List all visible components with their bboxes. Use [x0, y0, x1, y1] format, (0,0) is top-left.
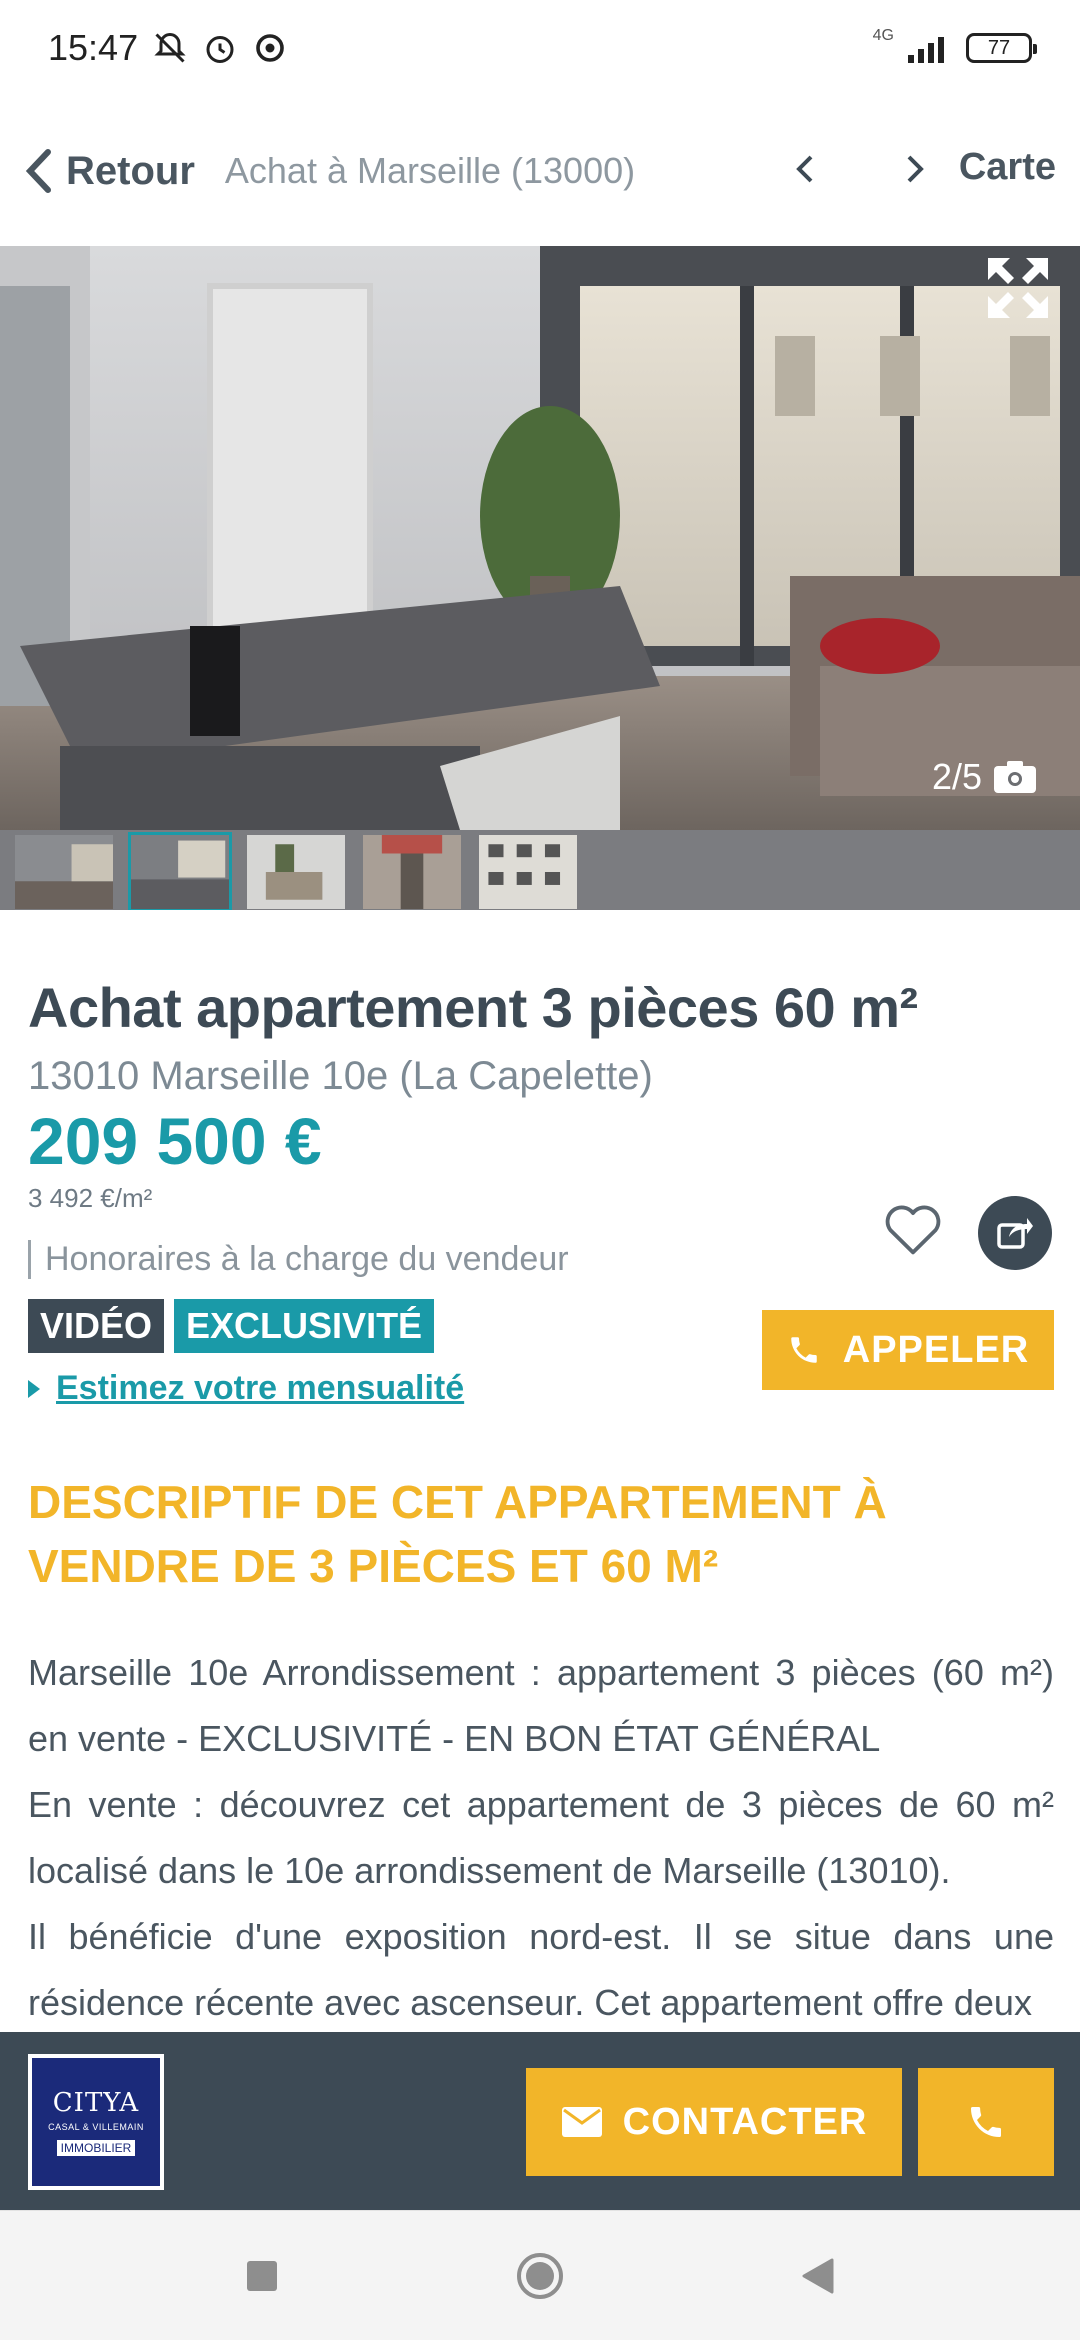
- triangle-left-icon: [802, 2258, 834, 2293]
- thumbnail[interactable]: [244, 832, 348, 910]
- caret-right-icon: [28, 1379, 40, 1398]
- video-badge[interactable]: VIDÉO: [28, 1299, 165, 1353]
- thumbnail[interactable]: [360, 832, 464, 910]
- home-button[interactable]: [516, 2252, 564, 2300]
- camera-icon: [994, 761, 1036, 793]
- top-nav: Retour Achat à Marseille (13000) Carte: [0, 96, 1080, 246]
- listing-location: 13010 Marseille 10e (La Capelette): [28, 1054, 653, 1098]
- battery-icon: 77: [966, 33, 1037, 63]
- estimate-link-label: Estimez votre mensualité: [56, 1369, 465, 1407]
- share-icon: [997, 1218, 1033, 1249]
- signal-icon: [908, 37, 944, 63]
- photo-gallery[interactable]: 2/5: [0, 246, 1080, 910]
- thumbnail-strip: [0, 830, 1080, 910]
- fullscreen-icon[interactable]: [982, 252, 1054, 324]
- contact-button[interactable]: CONTACTER: [526, 2068, 902, 2176]
- thumbnail-image: [363, 835, 461, 909]
- exclusive-badge: EXCLUSIVITÉ: [174, 1299, 435, 1353]
- contact-bar: CITYA CASAL & VILLEMAIN IMMOBILIER CONTA…: [0, 2032, 1080, 2210]
- agency-logo-mark: CITYA CASAL & VILLEMAIN IMMOBILIER: [32, 2058, 160, 2186]
- thumbnail-image: [247, 835, 345, 909]
- agency-logo-footer: IMMOBILIER: [56, 2140, 136, 2156]
- description-heading: DESCRIPTIF DE CET APPARTEMENT À VENDRE D…: [28, 1476, 887, 1592]
- listing-photo[interactable]: [0, 246, 1080, 830]
- call-button-label: APPELER: [842, 1328, 1030, 1371]
- thumbnail-image: [131, 835, 229, 909]
- battery-level: 77: [987, 36, 1011, 59]
- chat-bubble-icon: [256, 34, 284, 62]
- phone-button[interactable]: [918, 2068, 1054, 2176]
- contact-button-label: CONTACTER: [622, 2100, 868, 2143]
- notifications-muted-icon: [154, 32, 186, 63]
- description-paragraph: En vente : découvrez cet appartement de …: [28, 1784, 1054, 1891]
- next-listing-button[interactable]: [890, 144, 940, 194]
- status-bar: 15:47 4G 77: [0, 0, 1080, 96]
- listing-pager: [780, 144, 940, 194]
- description-paragraph: Marseille 10e Arrondissement : apparteme…: [28, 1652, 1054, 1759]
- photo-counter: 2/5: [932, 756, 1038, 798]
- heart-icon[interactable]: [880, 1196, 946, 1262]
- thumbnail[interactable]: [476, 832, 580, 910]
- agency-logo-subtitle: CASAL & VILLEMAIN: [48, 2122, 144, 2132]
- back-system-button[interactable]: [794, 2252, 842, 2300]
- thumbnail-image: [15, 835, 113, 909]
- listing-price: 209 500 €: [28, 1104, 322, 1178]
- phone-icon: [791, 1337, 817, 1363]
- envelope-icon: [561, 2107, 602, 2137]
- chevron-left-icon: [796, 155, 813, 183]
- status-left: 15:47: [48, 27, 288, 69]
- agency-logo[interactable]: CITYA CASAL & VILLEMAIN IMMOBILIER: [28, 2054, 164, 2190]
- share-button[interactable]: [978, 1196, 1052, 1270]
- circle-icon: [517, 2252, 563, 2299]
- description-paragraph: Il bénéficie d'une exposition nord-est. …: [28, 1916, 1054, 2023]
- back-button[interactable]: Retour: [24, 148, 195, 194]
- previous-listing-button[interactable]: [780, 144, 830, 194]
- square-icon: [247, 2260, 277, 2291]
- agency-logo-name: CITYA: [52, 2088, 140, 2118]
- call-button[interactable]: APPELER: [762, 1310, 1054, 1390]
- back-label: Retour: [66, 148, 195, 193]
- thumbnail[interactable]: [12, 832, 116, 910]
- status-time: 15:47: [48, 27, 139, 68]
- photo-counter-text: 2/5: [931, 756, 982, 797]
- description-body: Marseille 10e Arrondissement : apparteme…: [28, 1640, 1054, 2036]
- breadcrumb: Achat à Marseille (13000): [224, 150, 636, 191]
- recents-button[interactable]: [238, 2252, 286, 2300]
- chevron-left-icon: [25, 149, 51, 193]
- network-type: 4G: [872, 27, 894, 44]
- thumbnail-image: [479, 835, 577, 909]
- status-right: 4G 77: [873, 27, 1037, 63]
- alarm-icon: [206, 36, 234, 63]
- map-link[interactable]: Carte: [959, 146, 1056, 189]
- thumbnail-active[interactable]: [128, 832, 232, 910]
- listing-title: Achat appartement 3 pièces 60 m²: [28, 976, 918, 1039]
- chevron-right-icon: [907, 155, 924, 183]
- system-nav-bar: [0, 2210, 1080, 2340]
- phone-icon: [971, 2107, 1001, 2137]
